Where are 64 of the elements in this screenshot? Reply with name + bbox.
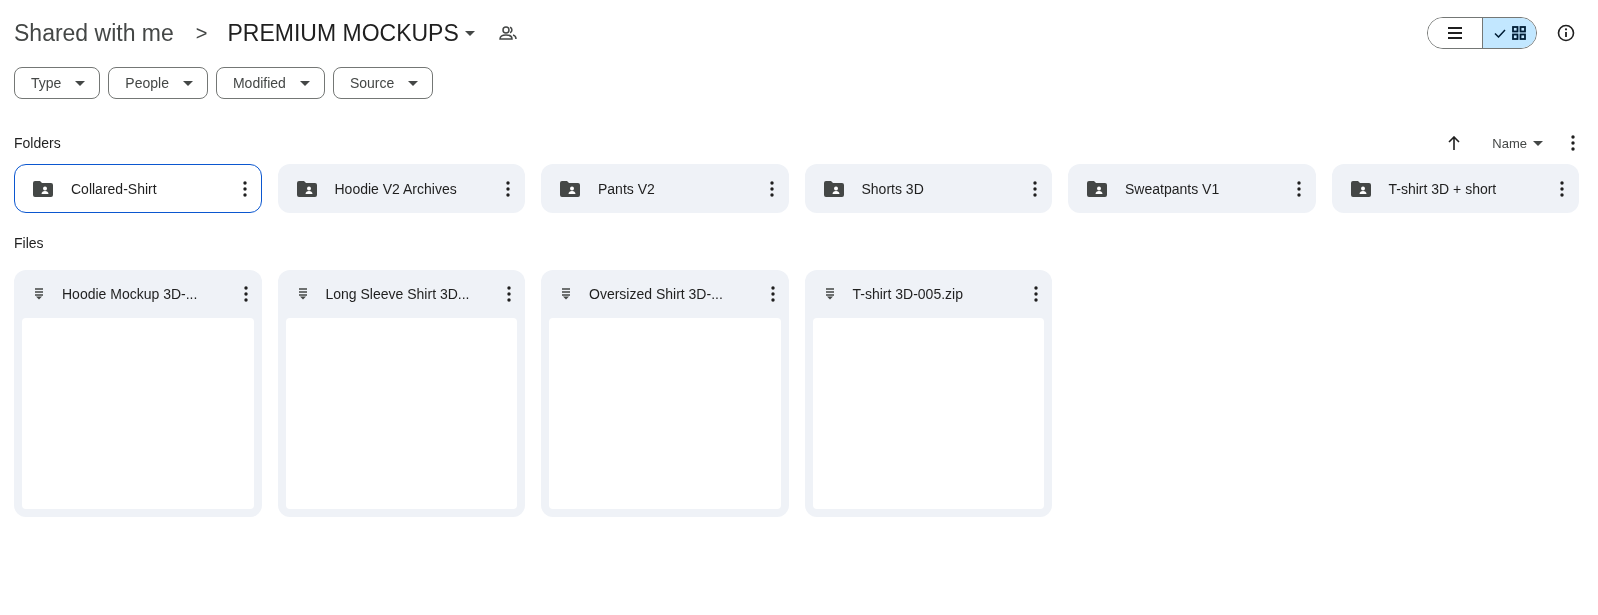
list-view-icon	[1448, 27, 1462, 39]
grid-view-icon	[1511, 26, 1526, 40]
folder-name: Collared-Shirt	[71, 180, 158, 197]
more-vertical-icon	[506, 180, 510, 197]
more-vertical-icon	[242, 180, 247, 197]
folder-name: T-shirt 3D + short	[1388, 180, 1498, 197]
folder-card[interactable]: Collared-Shirt	[14, 164, 262, 213]
folder-name: Sweatpants V1	[1125, 180, 1221, 197]
folder-card[interactable]: Shorts 3D	[804, 164, 1052, 213]
archive-file-icon	[34, 288, 44, 300]
shared-folder-icon	[296, 180, 317, 197]
file-card[interactable]: Hoodie Mockup 3D-...	[14, 270, 262, 517]
folder-card[interactable]: T-shirt 3D + short	[1331, 164, 1579, 213]
more-vertical-icon	[1033, 180, 1037, 197]
archive-file-icon	[561, 288, 571, 300]
caret-icon	[75, 80, 86, 86]
more-vertical-icon	[1560, 180, 1564, 197]
filter-chip[interactable]: People	[108, 67, 208, 99]
info-icon	[1557, 24, 1575, 42]
folder-title-dropdown[interactable]: PREMIUM MOCKUPS	[227, 19, 475, 47]
shared-folder-icon	[823, 180, 844, 197]
file-card[interactable]: Long Sleeve Shirt 3D...	[277, 270, 525, 517]
caret-icon	[408, 80, 419, 86]
view-toggle-button[interactable]	[1482, 18, 1536, 48]
file-name: T-shirt 3D-005.zip	[852, 286, 964, 302]
folder-name: Pants V2	[598, 180, 656, 197]
arrow-up-icon	[1448, 136, 1461, 150]
archive-file-icon	[824, 288, 835, 300]
more-vertical-icon	[1296, 180, 1301, 197]
folder-name: Hoodie V2 Archives	[334, 180, 458, 197]
caret-icon	[464, 30, 475, 36]
section-heading: Files	[14, 235, 44, 251]
shared-folder-icon	[1087, 180, 1107, 197]
shared-folder-icon	[560, 180, 580, 197]
file-name: Oversized Shirt 3D-...	[589, 286, 724, 302]
archive-file-icon	[297, 288, 308, 300]
section-heading: Folders	[14, 135, 61, 151]
more-vertical-icon	[769, 180, 774, 197]
shared-folder-icon	[33, 180, 53, 197]
more-vertical-icon	[770, 286, 775, 302]
file-card[interactable]: Oversized Shirt 3D-...	[541, 270, 789, 517]
sort-by-dropdown[interactable]: Name	[1484, 135, 1551, 151]
more-vertical-icon	[243, 286, 248, 302]
folder-name: Shorts 3D	[861, 180, 925, 197]
file-name: Long Sleeve Shirt 3D...	[325, 286, 471, 302]
caret-icon	[1533, 140, 1543, 146]
more-vertical-icon	[1571, 135, 1575, 151]
check-icon	[1493, 28, 1506, 38]
breadcrumb-separator: >	[195, 21, 208, 45]
people-icon	[498, 26, 517, 40]
folder-card[interactable]: Pants V2	[541, 164, 789, 213]
filter-chip[interactable]: Source	[332, 67, 434, 99]
file-name: Hoodie Mockup 3D-...	[62, 286, 199, 302]
breadcrumb-link[interactable]: Shared with me	[14, 19, 174, 47]
shared-folder-icon	[1350, 180, 1371, 197]
more-vertical-icon	[1034, 286, 1038, 302]
caret-icon	[182, 80, 193, 86]
caret-icon	[299, 80, 310, 86]
filter-chip[interactable]: Modified	[215, 67, 325, 99]
file-card[interactable]: T-shirt 3D-005.zip	[804, 270, 1052, 517]
folder-card[interactable]: Hoodie V2 Archives	[277, 164, 525, 213]
more-vertical-icon	[507, 286, 511, 302]
filter-chip[interactable]: Type	[14, 67, 101, 99]
folder-card[interactable]: Sweatpants V1	[1068, 164, 1316, 213]
